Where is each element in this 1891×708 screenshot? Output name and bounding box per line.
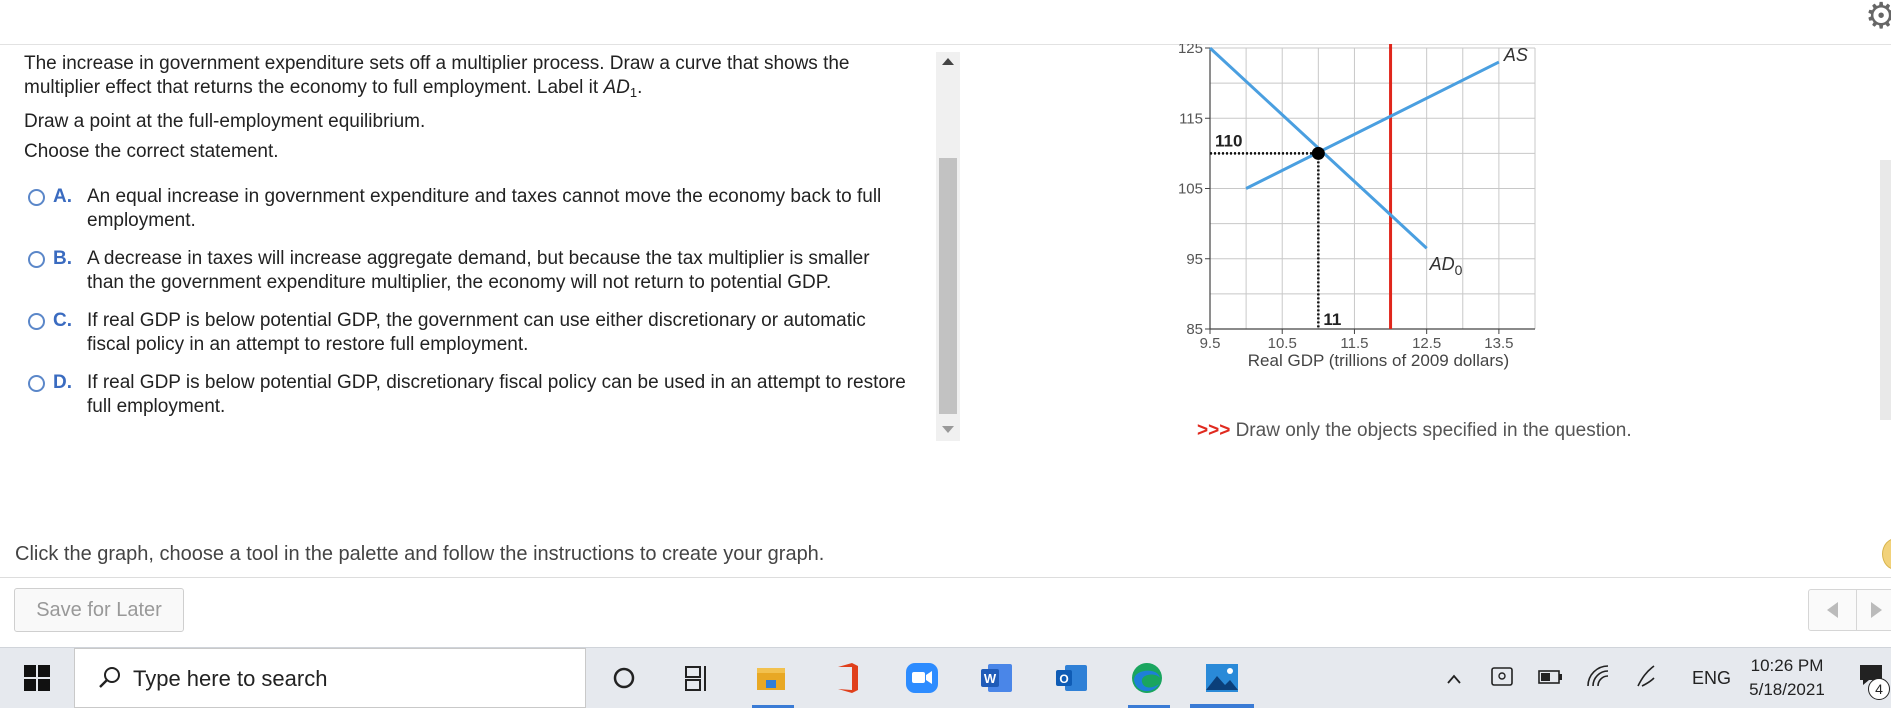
x-axis-label: Real GDP (trillions of 2009 dollars) — [1248, 351, 1509, 370]
option-text: A decrease in taxes will increase aggreg… — [87, 248, 870, 293]
option-c[interactable]: C. If real GDP is below potential GDP, t… — [28, 309, 928, 371]
notification-count-badge: 4 — [1868, 678, 1890, 700]
answer-options: A. An equal increase in government expen… — [28, 185, 928, 433]
draw-point-instruction: Draw a point at the full-employment equi… — [24, 111, 426, 132]
search-placeholder: Type here to search — [133, 666, 328, 691]
question-scrollbar[interactable] — [936, 52, 960, 441]
wifi-icon[interactable] — [1584, 648, 1612, 708]
radio-button[interactable] — [28, 375, 45, 392]
gear-icon[interactable]: ⚙ — [1865, 0, 1891, 36]
draw-note: >>> Draw only the objects specified in t… — [1197, 420, 1632, 441]
help-circle-icon[interactable] — [1882, 538, 1891, 570]
meet-now-icon[interactable] — [1488, 648, 1516, 708]
pen-icon[interactable] — [1632, 648, 1660, 708]
word-icon[interactable]: W — [978, 660, 1016, 696]
option-text: An equal increase in government expendit… — [87, 186, 882, 231]
radio-button[interactable] — [28, 313, 45, 330]
ad-as-graph[interactable]: 9.5 10.5 11.5 12.5 13.58595105115125Real GDP… — [1165, 44, 1635, 414]
question-instruction: The increase in government expenditure s… — [24, 53, 850, 100]
windows-start-icon[interactable] — [24, 665, 50, 691]
radio-button[interactable] — [28, 251, 45, 268]
y-tick-label: 115 — [1179, 110, 1203, 127]
taskbar-clock[interactable]: 10:26 PM 5/18/2021 — [1742, 654, 1832, 702]
y-tick-label: 95 — [1186, 251, 1203, 268]
windows-taskbar: Type here to search W O ENG 10:26 PM 5/1… — [0, 647, 1891, 708]
option-b[interactable]: B. A decrease in taxes will increase agg… — [28, 247, 928, 309]
equilibrium-price-label: 110 — [1215, 131, 1242, 150]
scroll-down-arrow-icon[interactable] — [942, 426, 954, 433]
divider — [0, 577, 1891, 578]
svg-text:W: W — [984, 671, 997, 686]
equilibrium-point — [1311, 146, 1325, 160]
option-text: If real GDP is below potential GDP, the … — [87, 310, 866, 355]
option-letter: D. — [53, 372, 72, 393]
radio-button[interactable] — [28, 189, 45, 206]
scroll-up-arrow-icon[interactable] — [942, 58, 954, 65]
scrollbar-thumb[interactable] — [939, 158, 957, 414]
photos-active-indicator — [1190, 704, 1254, 708]
option-d[interactable]: D. If real GDP is below potential GDP, d… — [28, 371, 928, 433]
search-icon — [99, 667, 120, 688]
previous-button[interactable] — [1808, 589, 1858, 631]
x-tick-label: 13.5 — [1484, 335, 1513, 352]
option-text: If real GDP is below potential GDP, disc… — [87, 372, 906, 417]
ad1-label: AD — [603, 77, 630, 98]
svg-text:O: O — [1059, 672, 1068, 686]
outlook-icon[interactable]: O — [1053, 660, 1091, 696]
taskbar-search-input[interactable]: Type here to search — [74, 648, 586, 708]
option-a[interactable]: A. An equal increase in government expen… — [28, 185, 928, 247]
y-tick-label: 125 — [1178, 44, 1203, 57]
photos-icon[interactable] — [1203, 660, 1241, 696]
equilibrium-gdp-label: 11 — [1323, 310, 1341, 329]
as-curve — [1245, 60, 1500, 190]
right-panel-scrollbar[interactable] — [1880, 160, 1891, 420]
question-text: The increase in government expenditure s… — [24, 52, 924, 164]
battery-icon[interactable] — [1536, 648, 1564, 708]
x-tick-label: 10.5 — [1268, 335, 1297, 352]
ad0-curve-label: AD0 — [1429, 254, 1463, 278]
language-indicator[interactable]: ENG — [1692, 668, 1731, 692]
clock-date: 5/18/2021 — [1749, 680, 1825, 699]
cortana-icon[interactable] — [605, 660, 643, 696]
top-bar: ⚙ — [0, 0, 1891, 45]
x-tick-label: 11.5 — [1340, 335, 1368, 352]
file-explorer-icon[interactable] — [752, 660, 790, 696]
save-for-later-button[interactable]: Save for Later — [14, 588, 184, 632]
choose-statement-prompt: Choose the correct statement. — [24, 141, 279, 162]
clock-time: 10:26 PM — [1750, 656, 1824, 675]
option-letter: B. — [53, 248, 72, 269]
zoom-icon[interactable] — [903, 660, 941, 696]
y-tick-label: 85 — [1186, 321, 1203, 338]
edge-browser-icon[interactable] — [1128, 660, 1166, 696]
y-tick-label: 105 — [1178, 181, 1203, 198]
as-curve-label: AS — [1503, 45, 1528, 65]
option-letter: A. — [53, 186, 72, 207]
x-tick-label: 12.5 — [1412, 335, 1441, 352]
office-icon[interactable] — [828, 660, 866, 696]
graph-instruction: Click the graph, choose a tool in the pa… — [15, 543, 825, 565]
next-button[interactable] — [1856, 589, 1891, 631]
task-view-icon[interactable] — [678, 660, 716, 696]
option-letter: C. — [53, 310, 72, 331]
chevron-up-icon[interactable] — [1444, 648, 1464, 708]
